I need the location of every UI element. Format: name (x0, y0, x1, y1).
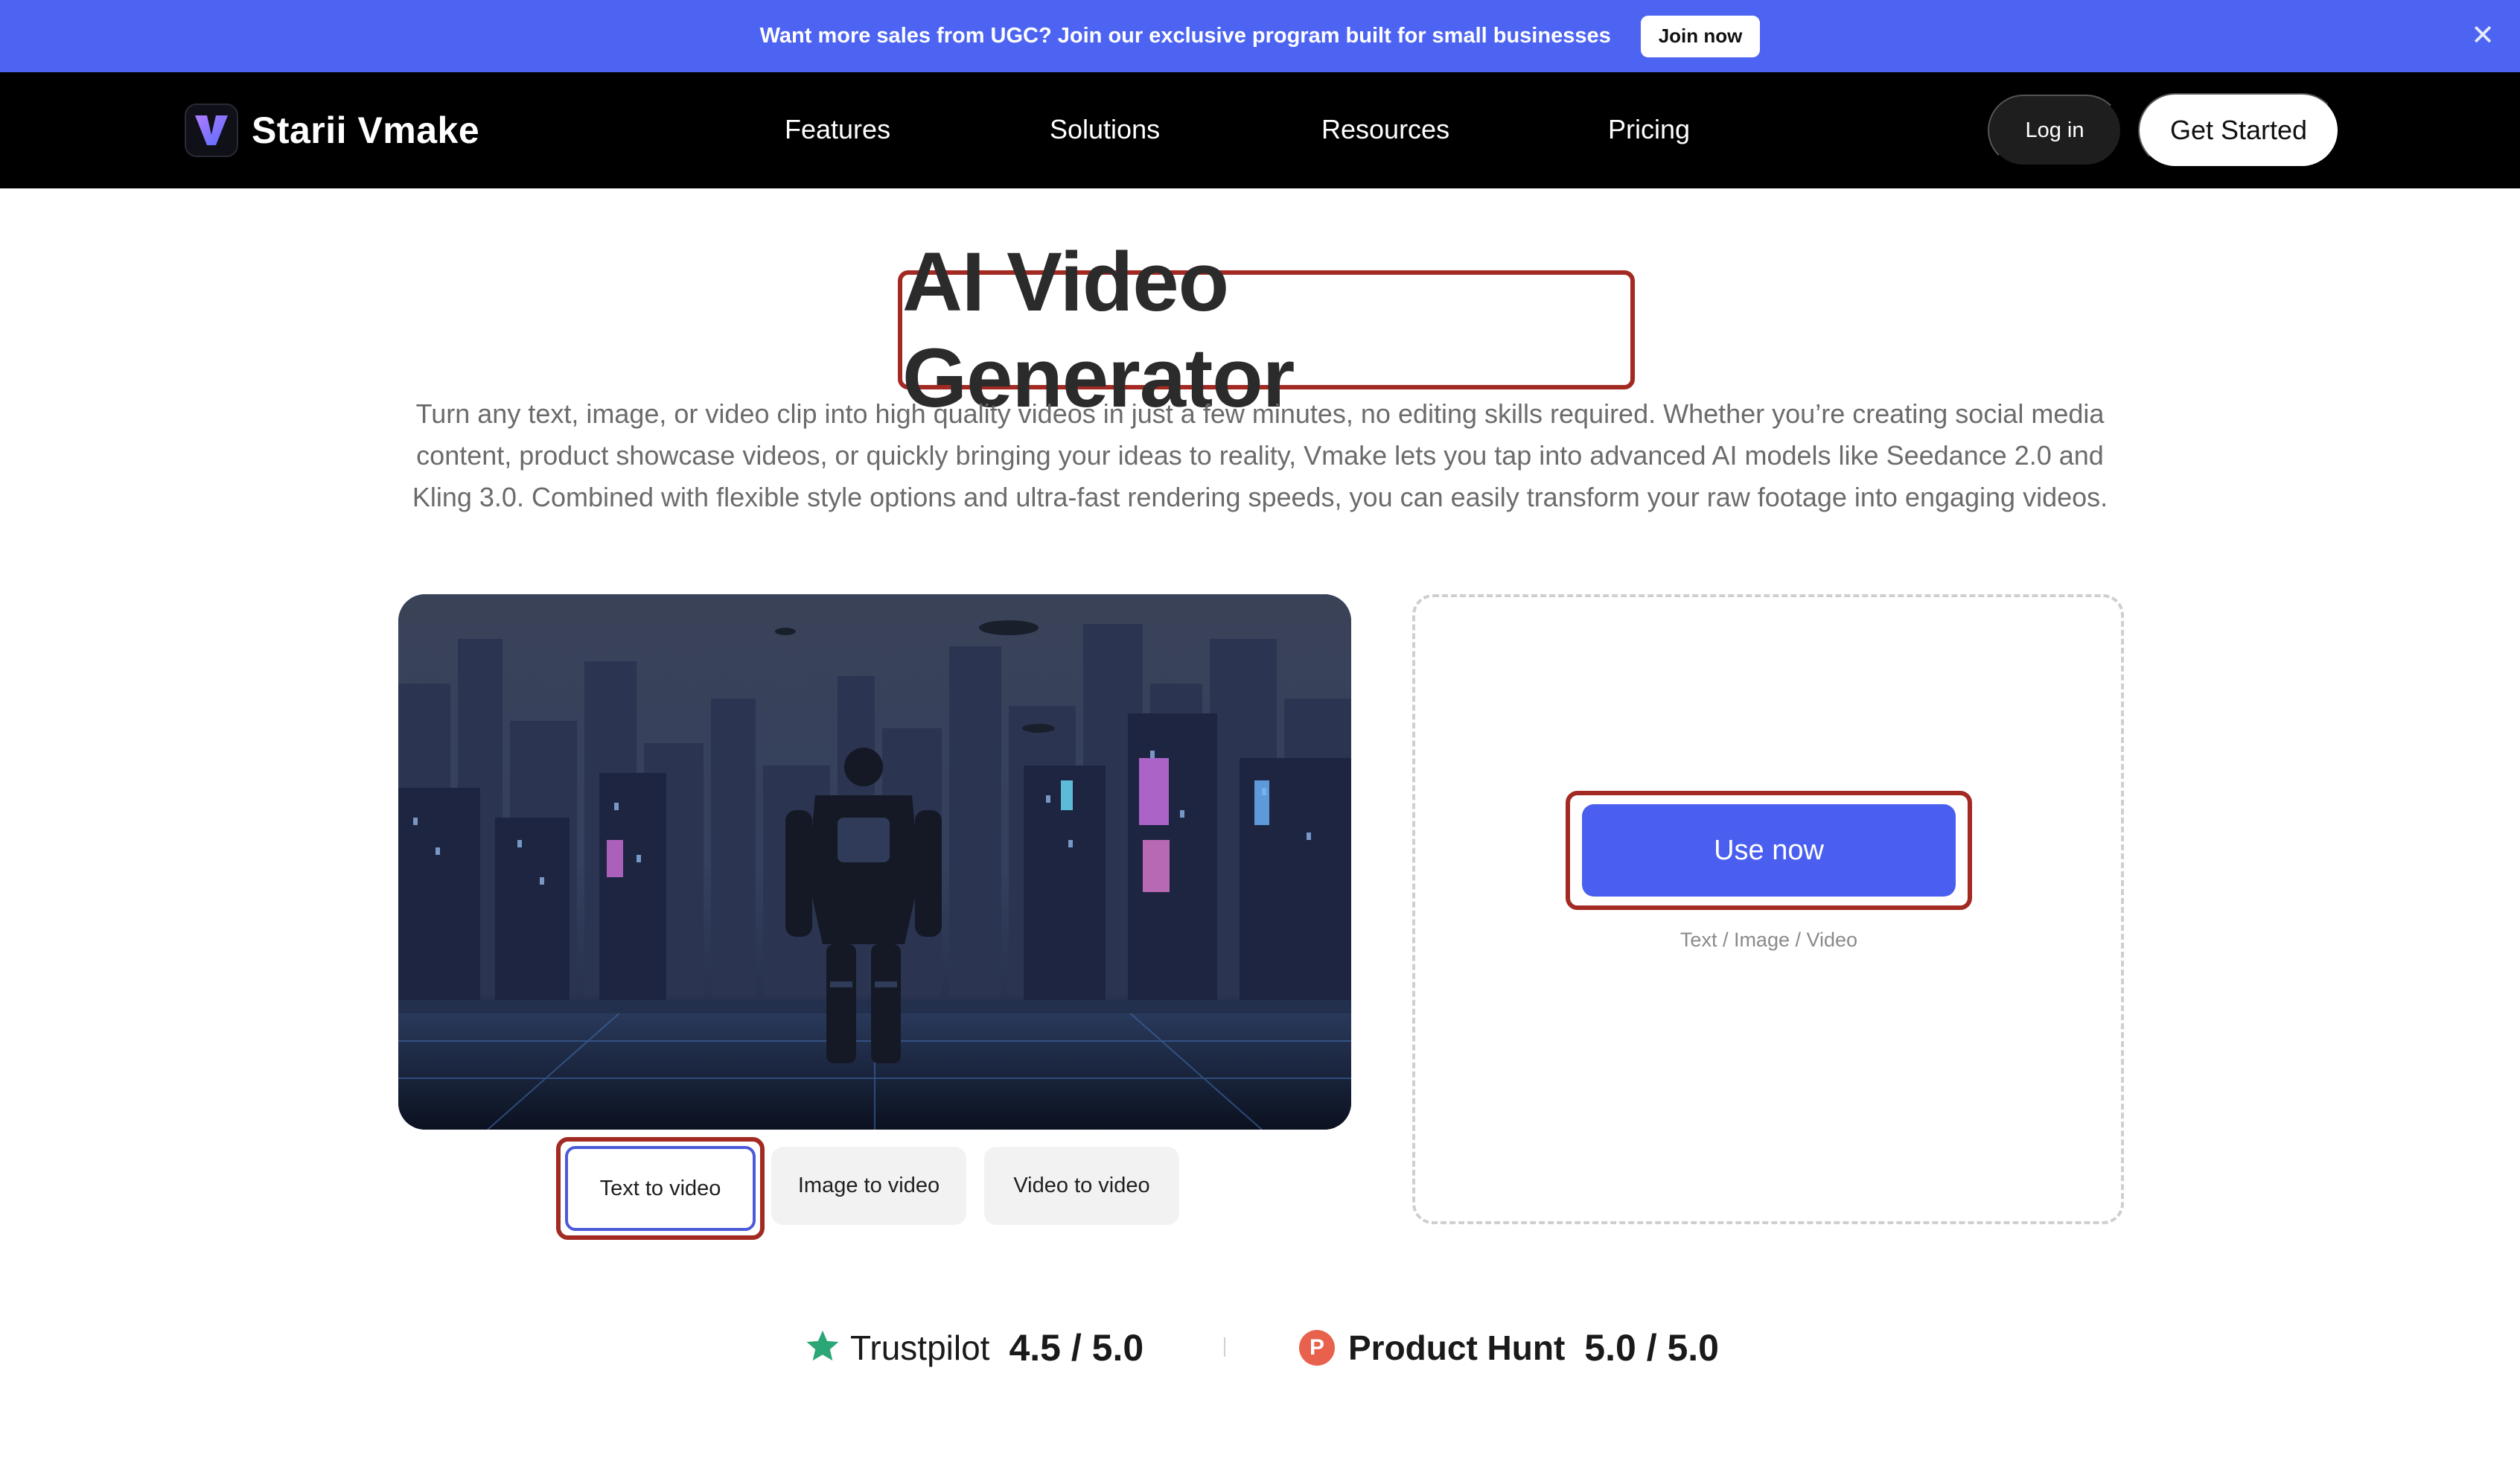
product-hunt-name: Product Hunt (1348, 1328, 1566, 1367)
product-hunt-rating: P Product Hunt 5.0 / 5.0 (1299, 1322, 1719, 1374)
page-title-container: AI Video Generator (898, 235, 1635, 424)
use-now-button[interactable]: Use now (1582, 804, 1956, 897)
product-hunt-icon: P (1299, 1330, 1335, 1366)
log-in-button[interactable]: Log in (1988, 95, 2122, 166)
get-started-button[interactable]: Get Started (2138, 93, 2339, 168)
banner-text: Want more sales from UGC? Join our exclu… (759, 24, 1611, 48)
trustpilot-name: Trustpilot (850, 1328, 990, 1367)
ratings-divider (1224, 1337, 1225, 1357)
product-hunt-score: 5.0 / 5.0 (1584, 1327, 1719, 1369)
tab-text-to-video[interactable]: Text to video (556, 1137, 765, 1240)
use-now-highlight: Use now (1566, 791, 1972, 910)
announcement-banner: Want more sales from UGC? Join our exclu… (0, 0, 2520, 72)
supported-inputs-text: Text / Image / Video (1680, 929, 1858, 951)
nav-link-pricing[interactable]: Pricing (1608, 114, 1690, 145)
join-now-button[interactable]: Join now (1640, 15, 1761, 57)
nav-link-features[interactable]: Features (785, 114, 890, 145)
trustpilot-score: 4.5 / 5.0 (1009, 1327, 1144, 1369)
preview-image (398, 594, 1351, 1130)
tab-image-to-video[interactable]: Image to video (771, 1147, 966, 1225)
hero-description: Turn any text, image, or video clip into… (412, 398, 2108, 512)
nav-link-resources[interactable]: Resources (1321, 114, 1449, 145)
trustpilot-rating: Trustpilot 4.5 / 5.0 (804, 1322, 1143, 1374)
top-navigation: Starii Vmake Features Solutions Resource… (0, 72, 2520, 188)
star-icon (804, 1328, 841, 1369)
tab-video-to-video[interactable]: Video to video (984, 1147, 1179, 1225)
close-icon[interactable]: ✕ (2468, 21, 2498, 51)
nav-link-solutions[interactable]: Solutions (1050, 114, 1160, 145)
tab-text-to-video-label: Text to video (565, 1146, 756, 1231)
